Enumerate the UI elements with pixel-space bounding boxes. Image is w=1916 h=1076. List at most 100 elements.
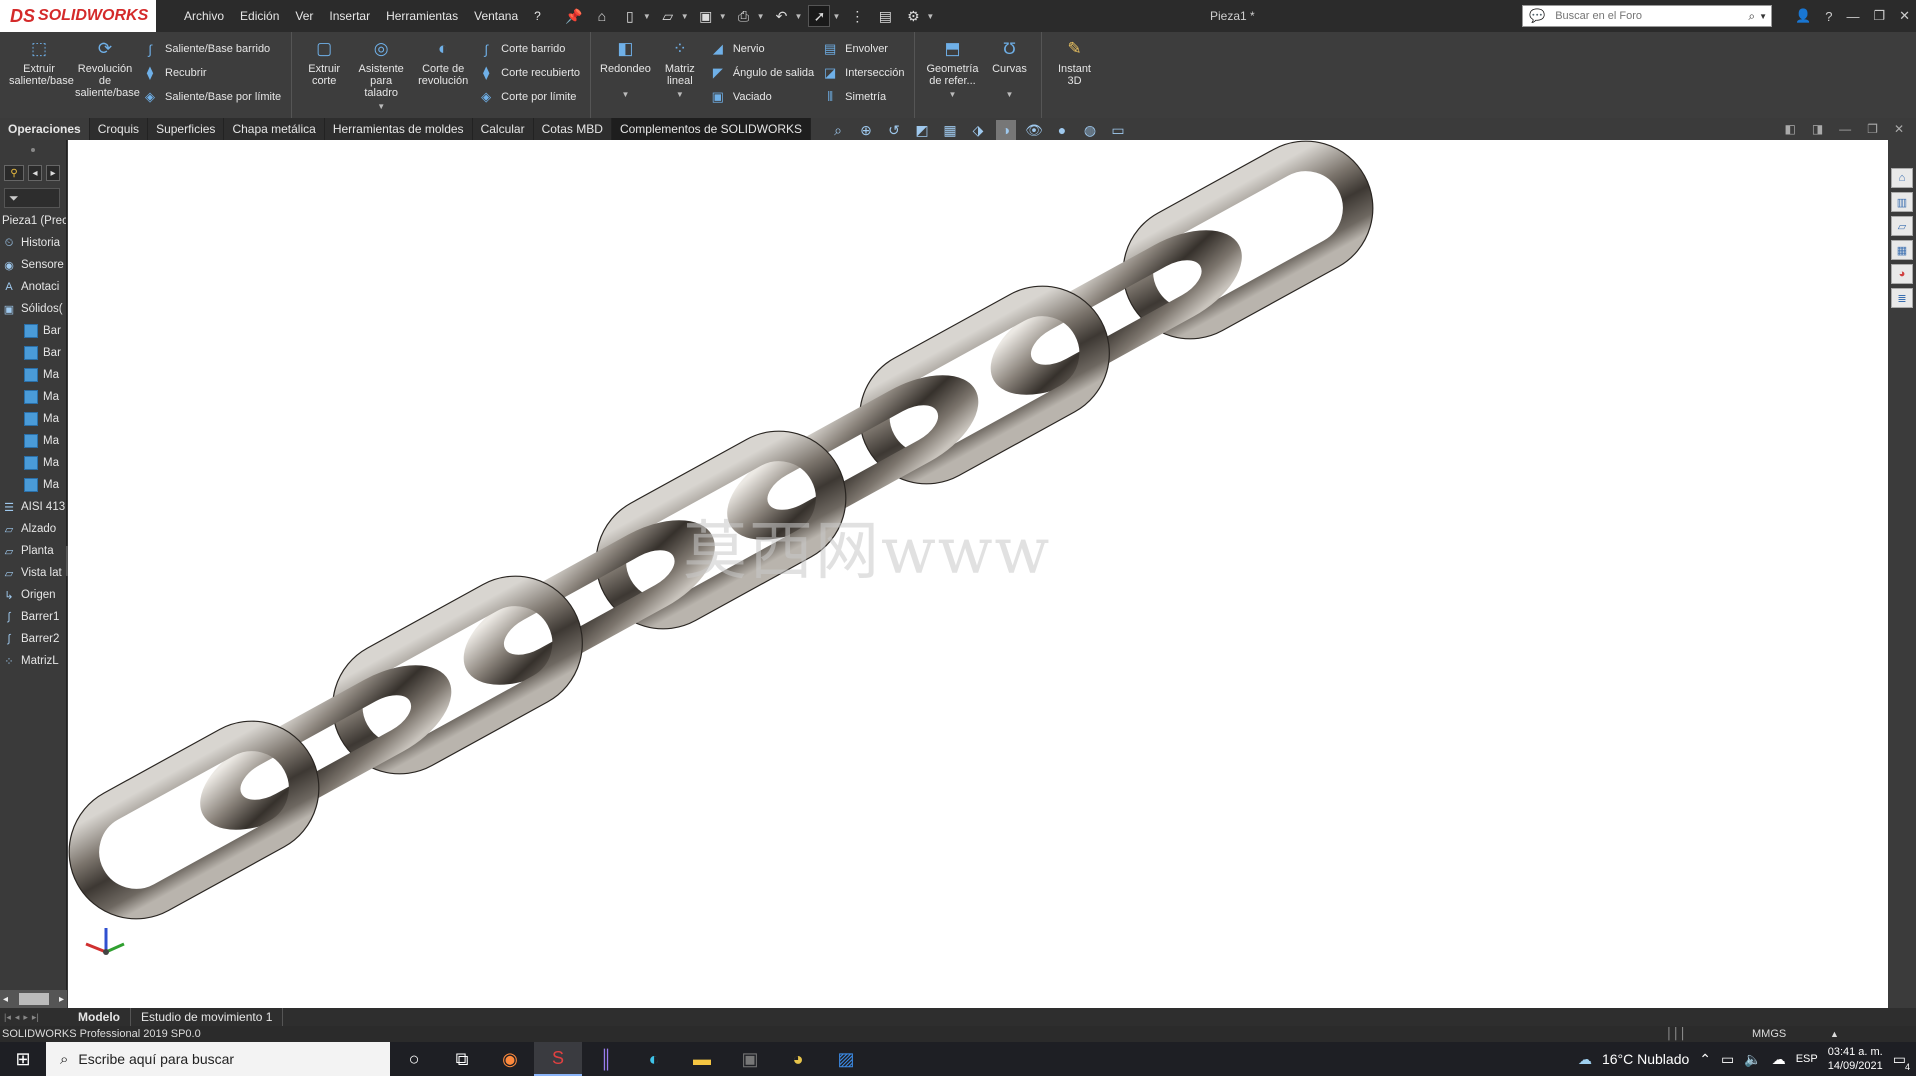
first-tab-icon[interactable]: |◂ bbox=[4, 1012, 11, 1023]
instant3d-button[interactable]: ✎ Instant 3D bbox=[1048, 38, 1100, 118]
chevron-down-icon[interactable]: ▼ bbox=[1006, 89, 1014, 101]
chevron-down-icon[interactable]: ▼ bbox=[681, 12, 689, 21]
intersect-button[interactable]: ◪ Intersección bbox=[822, 65, 904, 81]
tree-root[interactable]: Pieza1 (Prec bbox=[0, 210, 66, 232]
weather-text[interactable]: 16°C Nublado bbox=[1602, 1051, 1689, 1067]
file-properties-icon[interactable]: ▤ bbox=[874, 5, 896, 27]
menu-herramientas[interactable]: Herramientas bbox=[378, 0, 466, 32]
hide-show-items-icon[interactable]: 👁 bbox=[1024, 120, 1044, 140]
cortana-icon[interactable]: ○ bbox=[390, 1042, 438, 1076]
chevron-down-icon[interactable]: ▼ bbox=[621, 89, 629, 101]
tile-left-icon[interactable]: ◧ bbox=[1784, 122, 1795, 136]
user-icon[interactable]: 👤 bbox=[1795, 8, 1811, 24]
tree-item[interactable]: Bar bbox=[0, 320, 66, 342]
tree-item[interactable]: ∫ Barrer2 bbox=[0, 628, 66, 650]
solidworks-taskbar-icon[interactable]: S bbox=[534, 1042, 582, 1076]
tab-scroll-right-icon[interactable]: ▸ bbox=[46, 165, 60, 181]
section-view-icon[interactable]: ◩ bbox=[912, 120, 932, 140]
restore-icon[interactable]: ❐ bbox=[1873, 8, 1885, 24]
tree-item[interactable]: ⁘ MatrizL bbox=[0, 650, 66, 672]
chevron-up-icon[interactable]: ⌃ bbox=[1699, 1051, 1711, 1068]
app-bars-icon[interactable]: ║ bbox=[582, 1042, 630, 1076]
chevron-down-icon[interactable]: ▼ bbox=[926, 12, 934, 21]
chevron-down-icon[interactable]: ▼ bbox=[795, 12, 803, 21]
volume-icon[interactable]: 🔈 bbox=[1744, 1051, 1761, 1068]
tab-scroll-left-icon[interactable]: ◂ bbox=[28, 165, 42, 181]
fillet-button[interactable]: ◧ Redondeo ▼ bbox=[597, 38, 654, 118]
tab-operaciones[interactable]: Operaciones bbox=[0, 118, 90, 140]
previous-view-icon[interactable]: ↺ bbox=[884, 120, 904, 140]
chevron-down-icon[interactable]: ▼ bbox=[757, 12, 765, 21]
zoom-to-fit-icon[interactable]: ⌕ bbox=[828, 120, 848, 140]
chevron-down-icon[interactable]: ▼ bbox=[832, 12, 840, 21]
edge-icon[interactable]: ◐ bbox=[630, 1042, 678, 1076]
tab-modelo[interactable]: Modelo bbox=[68, 1008, 131, 1026]
tree-item[interactable]: Bar bbox=[0, 342, 66, 364]
prev-tab-icon[interactable]: ◂ bbox=[15, 1012, 20, 1023]
onedrive-icon[interactable]: ☁ bbox=[1772, 1051, 1786, 1068]
open-folder-icon[interactable]: ▱ bbox=[657, 5, 679, 27]
dynamic-annotation-icon[interactable]: ▦ bbox=[940, 120, 960, 140]
zoom-area-icon[interactable]: ⊕ bbox=[856, 120, 876, 140]
chevron-down-icon[interactable]: ▼ bbox=[1759, 12, 1767, 21]
save-icon[interactable]: ▣ bbox=[695, 5, 717, 27]
tree-item[interactable]: Ma bbox=[0, 430, 66, 452]
tab-superficies[interactable]: Superficies bbox=[148, 118, 225, 140]
reference-geometry-button[interactable]: ⬒ Geometría de refer... ▼ bbox=[921, 38, 983, 118]
apply-scene-icon[interactable]: ◍ bbox=[1080, 120, 1100, 140]
photos-icon[interactable]: ▨ bbox=[822, 1042, 870, 1076]
tree-item[interactable]: Ma bbox=[0, 386, 66, 408]
home-icon[interactable]: ⌂ bbox=[591, 5, 613, 27]
network-icon[interactable]: ▭ bbox=[1721, 1051, 1734, 1068]
curves-button[interactable]: Ʊ Curvas ▼ bbox=[983, 38, 1035, 118]
scroll-left-icon[interactable]: ◂ bbox=[3, 994, 8, 1005]
task-view-icon[interactable]: ⧉ bbox=[438, 1042, 486, 1076]
chevron-up-icon[interactable]: ▲ bbox=[1830, 1026, 1839, 1042]
wrap-button[interactable]: ▤ Envolver bbox=[822, 41, 904, 57]
revolve-cut-button[interactable]: ◐ Corte de revolución bbox=[412, 38, 474, 118]
extrude-cut-button[interactable]: ▢ Extruir corte bbox=[298, 38, 350, 118]
rib-button[interactable]: ◢ Nervio bbox=[710, 41, 814, 57]
clock[interactable]: 03:41 a. m. 14/09/2021 bbox=[1828, 1045, 1883, 1073]
menu-insertar[interactable]: Insertar bbox=[321, 0, 378, 32]
chevron-down-icon[interactable]: ▼ bbox=[676, 89, 684, 101]
tab-estudio-movimiento[interactable]: Estudio de movimiento 1 bbox=[131, 1008, 284, 1026]
hole-wizard-button[interactable]: ◎ Asistente para taladro ▼ bbox=[350, 38, 412, 118]
taskbar-search[interactable]: ⌕ Escribe aquí para buscar bbox=[46, 1042, 390, 1076]
chevron-down-icon[interactable]: ▼ bbox=[377, 101, 385, 113]
tree-item[interactable]: A Anotaci bbox=[0, 276, 66, 298]
tree-item[interactable]: ▱ Planta bbox=[0, 540, 66, 562]
gear-icon[interactable]: ⚙ bbox=[902, 5, 924, 27]
boundary-cut-button[interactable]: ◈ Corte por límite bbox=[478, 89, 580, 105]
filter-box[interactable]: ⏷ bbox=[4, 188, 60, 208]
lofted-cut-button[interactable]: ⧫ Corte recubierto bbox=[478, 65, 580, 81]
select-cursor-icon[interactable]: ➚ bbox=[808, 5, 831, 27]
design-library-icon[interactable]: ▥ bbox=[1891, 192, 1913, 212]
cloud-weather-icon[interactable]: ☁ bbox=[1578, 1051, 1592, 1068]
file-explorer-icon[interactable]: ▱ bbox=[1891, 216, 1913, 236]
view-orientation-icon[interactable]: ⬗ bbox=[968, 120, 988, 140]
boundary-boss-button[interactable]: ◈ Saliente/Base por límite bbox=[142, 89, 281, 105]
minimize-icon[interactable]: — bbox=[1846, 9, 1859, 24]
scroll-right-icon[interactable]: ▸ bbox=[59, 994, 64, 1005]
linear-pattern-button[interactable]: ⁘ Matriz lineal ▼ bbox=[654, 38, 706, 118]
tab-croquis[interactable]: Croquis bbox=[89, 118, 149, 140]
last-tab-icon[interactable]: ▸| bbox=[32, 1012, 39, 1023]
tree-item[interactable]: ⏲ Historia bbox=[0, 232, 66, 254]
solidworks-resources-icon[interactable]: ⌂ bbox=[1891, 168, 1913, 188]
tab-calcular[interactable]: Calcular bbox=[472, 118, 534, 140]
mirror-button[interactable]: ⫴ Simetría bbox=[822, 89, 904, 105]
tree-item[interactable]: ▱ Alzado bbox=[0, 518, 66, 540]
chrome-icon[interactable]: ◕ bbox=[774, 1042, 822, 1076]
chevron-down-icon[interactable]: ▼ bbox=[643, 12, 651, 21]
chevron-down-icon[interactable]: ▼ bbox=[719, 12, 727, 21]
search-input[interactable] bbox=[1551, 10, 1749, 22]
tile-right-icon[interactable]: ◨ bbox=[1812, 122, 1823, 136]
chevron-down-icon[interactable]: ▼ bbox=[949, 89, 957, 101]
tab-complementos[interactable]: Complementos de SOLIDWORKS bbox=[611, 118, 811, 140]
swept-boss-button[interactable]: ∫ Saliente/Base barrido bbox=[142, 41, 281, 57]
traffic-light-icon[interactable]: ⋮ bbox=[846, 5, 868, 27]
doc-minimize-icon[interactable]: — bbox=[1839, 122, 1851, 136]
extrude-boss-button[interactable]: ⬚ Extruir saliente/base bbox=[6, 38, 74, 118]
pin-icon[interactable]: 📌 bbox=[563, 5, 585, 27]
